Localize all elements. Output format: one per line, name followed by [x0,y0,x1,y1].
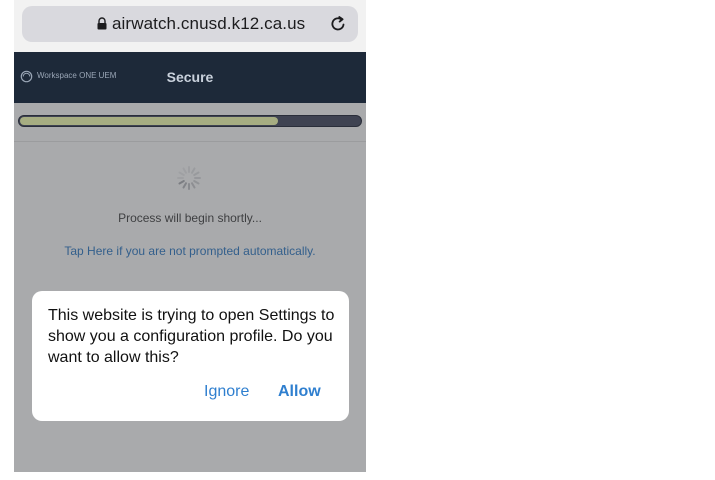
progress-bar-fill [20,117,278,125]
address-bar[interactable]: airwatch.cnusd.k12.ca.us [22,6,358,42]
reload-icon[interactable] [328,14,348,34]
progress-bar [18,115,362,127]
ignore-button[interactable]: Ignore [204,383,249,401]
dialog-message: This website is trying to open Settings … [48,307,335,366]
manual-prompt-link[interactable]: Tap Here if you are not prompted automat… [14,244,366,258]
permission-dialog: This website is trying to open Settings … [32,291,349,421]
browser-toolbar: airwatch.cnusd.k12.ca.us [14,0,366,52]
loading-spinner-icon [177,166,201,190]
phone-screen: airwatch.cnusd.k12.ca.us Workspace ONE U… [14,0,366,472]
content-area: Process will begin shortly... Tap Here i… [14,103,366,472]
url-text: airwatch.cnusd.k12.ca.us [112,14,306,33]
app-header: Workspace ONE UEM Secure [14,52,366,103]
divider [14,141,366,142]
allow-button[interactable]: Allow [278,383,321,401]
page-title: Secure [166,69,214,85]
status-text: Process will begin shortly... [118,211,262,225]
lock-icon [97,17,107,30]
